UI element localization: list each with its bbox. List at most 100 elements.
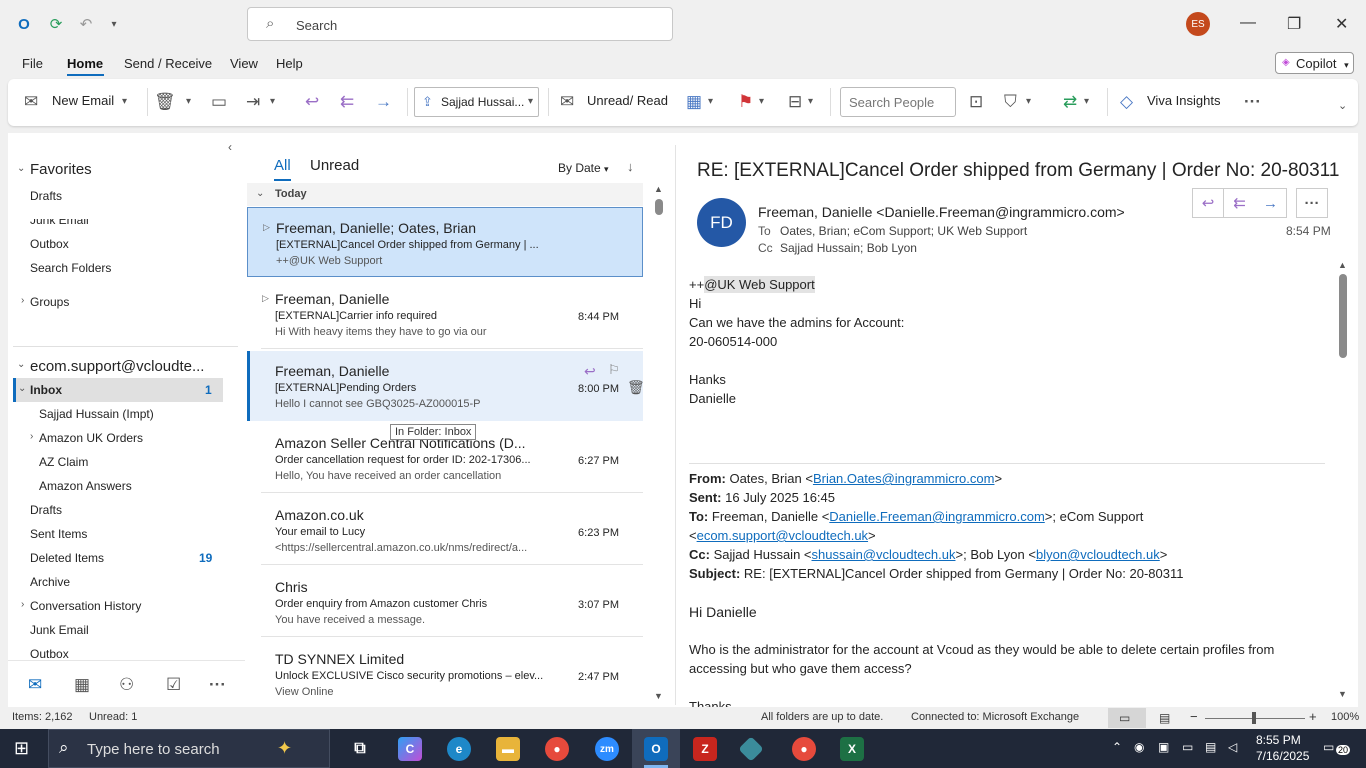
chevron-down-icon[interactable]: ▾ bbox=[1084, 96, 1089, 107]
sort-dropdown[interactable]: By Date ▾ bbox=[558, 161, 609, 175]
chevron-down-icon[interactable]: ▾ bbox=[808, 96, 813, 107]
message-row[interactable]: Freeman, Danielle [EXTERNAL]Pending Orde… bbox=[247, 351, 645, 421]
folder-favorites-outbox[interactable]: Outbox bbox=[30, 237, 69, 251]
mail-icon[interactable]: ✉ bbox=[28, 675, 42, 695]
windows-start-icon[interactable]: ⊞ bbox=[14, 738, 29, 759]
message-row[interactable]: ▷ Freeman, Danielle; Oates, Brian [EXTER… bbox=[247, 207, 643, 277]
volume-icon[interactable]: ◁ bbox=[1228, 740, 1237, 754]
chevron-down-icon[interactable]: ⌄ bbox=[256, 188, 264, 199]
taskbar-time[interactable]: 8:55 PM bbox=[1256, 733, 1301, 747]
rules-icon[interactable]: ⊟ bbox=[788, 92, 802, 112]
chrome-profile-icon[interactable]: ● bbox=[792, 737, 816, 761]
battery-icon[interactable]: ▭ bbox=[1182, 740, 1193, 754]
zoom-out-icon[interactable]: − bbox=[1190, 709, 1198, 724]
scroll-thumb[interactable] bbox=[655, 199, 663, 215]
menu-file[interactable]: File bbox=[22, 56, 43, 71]
menu-home[interactable]: Home bbox=[67, 56, 103, 71]
chevron-down-icon[interactable]: ⌄ bbox=[18, 383, 26, 394]
chevron-down-icon[interactable]: ⌄ bbox=[17, 359, 25, 370]
close-icon[interactable]: ✕ bbox=[1335, 14, 1348, 34]
chevron-down-icon[interactable]: ▾ bbox=[708, 96, 713, 107]
taskbar-search[interactable]: ⌕ Type here to search ✦ bbox=[48, 729, 330, 768]
folder-drafts[interactable]: Drafts bbox=[30, 503, 62, 517]
delete-icon[interactable]: 🗑 bbox=[154, 92, 176, 112]
folder-amazon-uk-orders[interactable]: Amazon UK Orders bbox=[39, 431, 143, 445]
show-hidden-icons[interactable]: ⌃ bbox=[1112, 740, 1122, 754]
email-link[interactable]: Danielle.Freeman@ingrammicro.com bbox=[829, 509, 1044, 524]
chevron-down-icon[interactable]: ▾ bbox=[1026, 96, 1031, 107]
search-box[interactable]: ⌕ Search bbox=[247, 7, 673, 41]
edge-icon[interactable]: e bbox=[447, 737, 471, 761]
tasks-icon[interactable]: ☑ bbox=[166, 675, 181, 695]
more-actions-button[interactable]: ··· bbox=[1296, 188, 1328, 218]
chevron-down-icon[interactable]: ▾ bbox=[528, 96, 533, 107]
folder-amazon-answers[interactable]: Amazon Answers bbox=[39, 479, 132, 493]
people-icon[interactable]: ⚇ bbox=[119, 675, 134, 695]
move-icon[interactable]: ⇥ bbox=[246, 92, 260, 112]
network-icon[interactable]: ▤ bbox=[1205, 740, 1216, 754]
folder-junk-email[interactable]: Junk Email bbox=[30, 623, 89, 637]
chrome-icon[interactable]: ● bbox=[545, 737, 569, 761]
archive-icon[interactable]: ▭ bbox=[211, 92, 227, 112]
chevron-down-icon[interactable]: ▾ bbox=[759, 96, 764, 107]
folder-inbox[interactable]: Inbox bbox=[30, 383, 62, 397]
ribbon-collapse-icon[interactable]: ⌄ bbox=[1338, 99, 1347, 112]
to-recipients[interactable]: Oates, Brian; eCom Support; UK Web Suppo… bbox=[780, 224, 1027, 238]
folder-conversation-history[interactable]: Conversation History bbox=[30, 599, 141, 613]
chevron-right-icon[interactable]: › bbox=[21, 295, 24, 306]
delete-icon[interactable]: 🗑 bbox=[627, 379, 645, 396]
filezilla-icon[interactable]: Z bbox=[693, 737, 717, 761]
undo-icon[interactable]: ↶ bbox=[76, 14, 96, 34]
message-row[interactable]: Amazon.co.uk Your email to Lucy <https:/… bbox=[247, 495, 643, 565]
email-link[interactable]: Brian.Oates@ingrammicro.com bbox=[813, 471, 995, 486]
collapse-pane-icon[interactable]: ‹ bbox=[228, 140, 232, 154]
folder-sent-items[interactable]: Sent Items bbox=[30, 527, 87, 541]
reading-scrollbar[interactable]: ▲ ▼ bbox=[1336, 260, 1350, 703]
calendar-icon[interactable]: ▦ bbox=[74, 675, 90, 695]
camera-icon[interactable]: ◉ bbox=[1134, 740, 1144, 754]
categorize-icon[interactable]: ▦ bbox=[686, 92, 702, 112]
folder-favorites-drafts[interactable]: Drafts bbox=[30, 189, 62, 203]
scroll-up-icon[interactable]: ▲ bbox=[1338, 260, 1347, 270]
reply-all-icon[interactable]: ⇇ bbox=[340, 92, 354, 112]
menu-view[interactable]: View bbox=[230, 56, 258, 71]
more-apps-icon[interactable]: ··· bbox=[209, 675, 226, 695]
message-row[interactable]: Chris Order enquiry from Amazon customer… bbox=[247, 567, 643, 637]
scroll-down-icon[interactable]: ▼ bbox=[654, 691, 663, 701]
flag-icon[interactable]: ⚑ bbox=[738, 92, 753, 112]
maximize-icon[interactable]: ❐ bbox=[1287, 14, 1301, 34]
flag-icon[interactable]: ⚐ bbox=[608, 362, 620, 378]
translate-icon[interactable]: ⇄ bbox=[1063, 92, 1077, 112]
zoom-app-icon[interactable]: zm bbox=[595, 737, 619, 761]
zoom-in-icon[interactable]: + bbox=[1309, 709, 1317, 724]
copilot-button[interactable]: ◈ Copilot ▾ bbox=[1275, 52, 1354, 74]
list-scrollbar[interactable]: ▲ ▼ bbox=[653, 183, 665, 703]
tab-all[interactable]: All bbox=[274, 157, 291, 174]
reply-icon[interactable]: ↩ bbox=[305, 92, 319, 112]
groups-header[interactable]: Groups bbox=[30, 295, 69, 309]
reading-view-icon[interactable]: ▤ bbox=[1159, 711, 1170, 725]
chevron-right-icon[interactable]: › bbox=[21, 599, 24, 610]
menu-send-receive[interactable]: Send / Receive bbox=[124, 56, 212, 71]
device-icon[interactable]: ▣ bbox=[1158, 740, 1169, 754]
zoom-slider-thumb[interactable] bbox=[1252, 712, 1256, 724]
search-people-input[interactable]: Search People bbox=[840, 87, 956, 117]
chevron-down-icon[interactable]: ⌄ bbox=[17, 163, 25, 174]
excel-icon[interactable]: X bbox=[840, 737, 864, 761]
outlook-taskbar-icon[interactable]: O bbox=[644, 737, 668, 761]
favorites-header[interactable]: Favorites bbox=[30, 161, 92, 178]
quick-access-dropdown-icon[interactable]: ▾ bbox=[104, 14, 124, 34]
chevron-down-icon[interactable]: ▾ bbox=[186, 96, 191, 107]
folder-search-folders[interactable]: Search Folders bbox=[30, 261, 111, 275]
reply-all-button[interactable]: ⇇ bbox=[1224, 188, 1256, 218]
filter-icon[interactable]: ⛉ bbox=[1004, 92, 1017, 112]
menu-help[interactable]: Help bbox=[276, 56, 303, 71]
scroll-down-icon[interactable]: ▼ bbox=[1338, 689, 1347, 699]
copilot-app-icon[interactable]: C bbox=[398, 737, 422, 761]
sender-name[interactable]: Freeman, Danielle <Danielle.Freeman@ingr… bbox=[758, 204, 1125, 220]
message-row[interactable]: ▷ Freeman, Danielle [EXTERNAL]Carrier in… bbox=[247, 279, 643, 349]
viva-insights-button[interactable]: Viva Insights bbox=[1147, 93, 1220, 108]
tab-unread[interactable]: Unread bbox=[310, 157, 359, 174]
sync-icon[interactable]: ⟳ bbox=[46, 14, 66, 34]
email-link[interactable]: ecom.support@vcloudtech.uk bbox=[697, 528, 868, 543]
